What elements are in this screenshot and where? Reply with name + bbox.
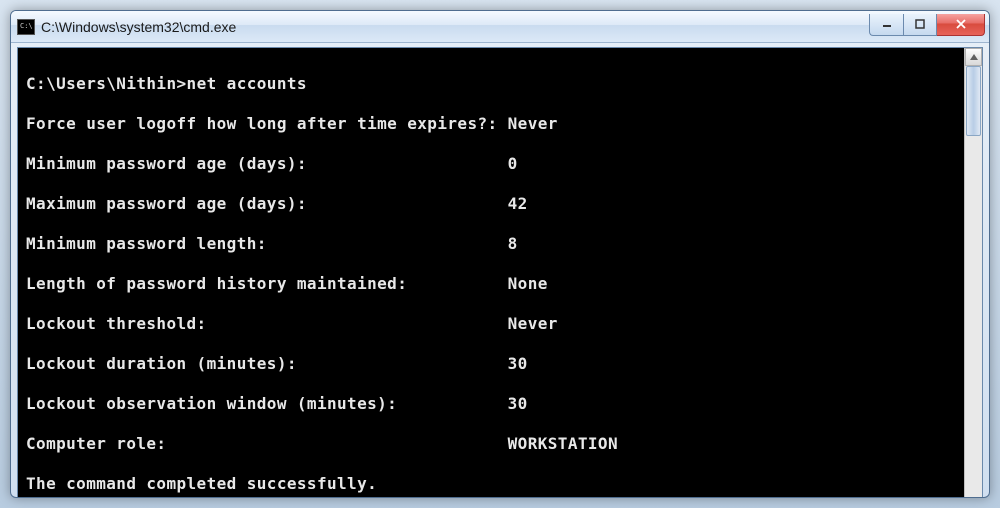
output-row: Minimum password age (days):0 <box>26 154 956 174</box>
scroll-up-button[interactable] <box>965 48 982 66</box>
window-title: C:\Windows\system32\cmd.exe <box>41 19 869 35</box>
output-row: Computer role:WORKSTATION <box>26 434 956 454</box>
minimize-button[interactable] <box>869 14 903 36</box>
output-row: Length of password history maintained:No… <box>26 274 956 294</box>
command-text: net accounts <box>187 74 307 93</box>
scroll-thumb[interactable] <box>966 66 981 136</box>
output-row: Lockout threshold:Never <box>26 314 956 334</box>
output-row: Maximum password age (days):42 <box>26 194 956 214</box>
client-area: C:\Users\Nithin>net accounts Force user … <box>17 47 983 498</box>
maximize-button[interactable] <box>903 14 937 36</box>
close-button[interactable] <box>937 14 985 36</box>
vertical-scrollbar[interactable] <box>964 48 982 498</box>
window-controls <box>869 14 985 36</box>
output-row: Minimum password length:8 <box>26 234 956 254</box>
output-row: Lockout duration (minutes):30 <box>26 354 956 374</box>
cmd-icon <box>17 19 35 35</box>
titlebar[interactable]: C:\Windows\system32\cmd.exe <box>11 11 989 43</box>
terminal-output[interactable]: C:\Users\Nithin>net accounts Force user … <box>18 48 964 498</box>
completion-text: The command completed successfully. <box>26 474 956 494</box>
prompt: C:\Users\Nithin> <box>26 74 187 93</box>
cmd-window: C:\Windows\system32\cmd.exe C:\Users\Nit… <box>10 10 990 498</box>
output-row: Lockout observation window (minutes):30 <box>26 394 956 414</box>
output-row: Force user logoff how long after time ex… <box>26 114 956 134</box>
scroll-track[interactable] <box>965 66 982 498</box>
